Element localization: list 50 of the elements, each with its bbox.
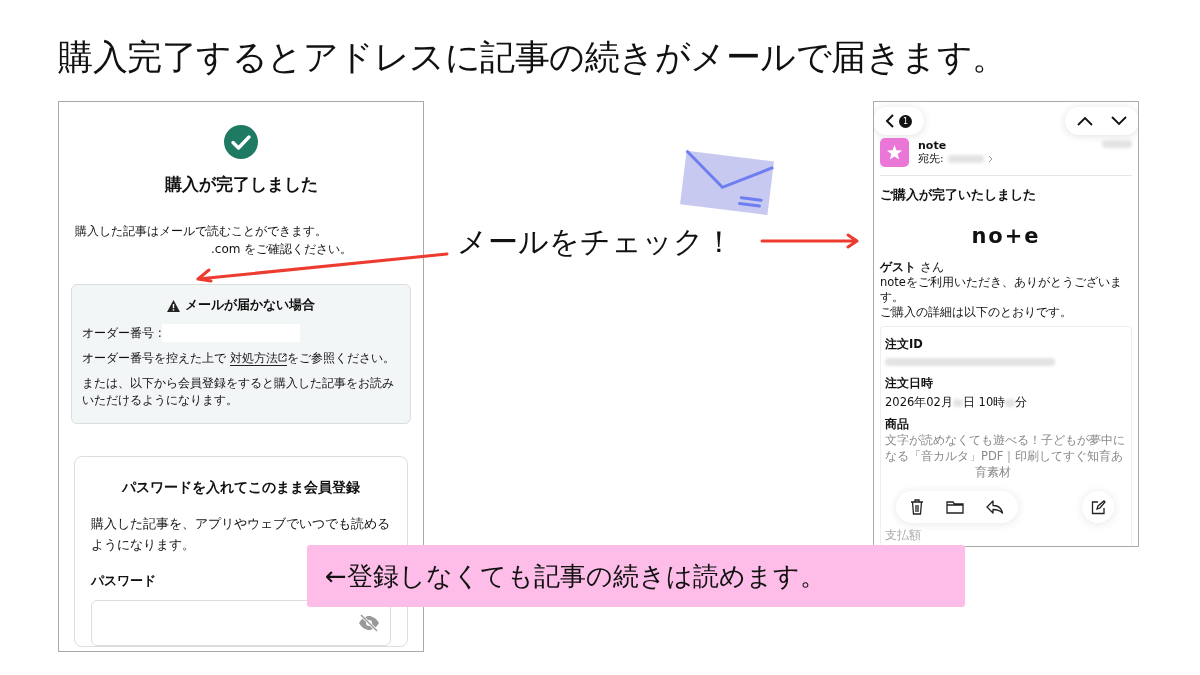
product-text: なる「音カルタ」PDF｜印刷してすぐ知育あ [885, 448, 1125, 464]
guide-link[interactable]: 対処方法 [229, 351, 287, 366]
blurred-text [947, 155, 984, 163]
body-text: ご購入の詳細は以下のとおりです。 [880, 305, 1073, 320]
note-banner: ←登録しなくても記事の続きは読めます。 [307, 545, 965, 607]
chevron-down-icon[interactable] [1111, 116, 1127, 126]
blurred-text [1102, 140, 1132, 148]
compose-button[interactable] [1082, 491, 1114, 523]
email-address-text: .com をご確認ください。 [210, 241, 354, 258]
password-label: パスワード [91, 573, 156, 590]
back-button[interactable]: 1 [874, 107, 924, 135]
order-date-label: 注文日時 [885, 376, 934, 391]
callout-text: メールをチェック！ [457, 223, 734, 261]
page-title: 購入が完了しました [164, 173, 318, 196]
warning-icon [167, 299, 180, 312]
product-text: 文字が読めなくても遊べる！子どもが夢中に [885, 432, 1126, 448]
payment-label: 支払額 [885, 528, 922, 543]
order-date-text: 分 [1015, 395, 1028, 410]
headline: 購入完了するとアドレスに記事の続きがメールで届きます。 [58, 36, 1007, 79]
blurred-text [952, 398, 963, 407]
sender-name: note [918, 139, 948, 152]
chevron-up-icon[interactable] [1077, 116, 1093, 126]
product-label: 商品 [885, 417, 910, 432]
order-date-text: 2026年02月 [885, 395, 953, 410]
compose-icon [1090, 499, 1106, 515]
recipient-label: 宛先: [918, 152, 944, 166]
notice-title: メールが届かない場合 [185, 297, 315, 314]
product-text: 育素材 [974, 464, 1012, 480]
trash-icon[interactable] [910, 499, 924, 515]
external-link-icon [277, 353, 287, 362]
reply-icon[interactable] [986, 500, 1004, 514]
order-id-label: 注文ID [885, 337, 924, 352]
blurred-text [1005, 398, 1016, 407]
body-text: noteをご利用いただき、ありがとうございます。 [880, 275, 1123, 305]
sender-avatar-icon [880, 138, 909, 167]
register-title: パスワードを入れてこのまま会員登録 [120, 479, 361, 497]
email-subject: ご購入が完了いたしました [880, 186, 1037, 204]
order-date-text: 日 10時 [962, 395, 1006, 410]
folder-icon[interactable] [946, 500, 964, 514]
greeting-text: ゲスト さん [880, 260, 945, 275]
message-text: 購入した記事はメールで読むことができます。 [75, 223, 328, 240]
logo-text: no+e [970, 224, 1042, 248]
chevron-left-icon [885, 114, 895, 128]
guide-text: オーダー番号を控えた上で 対処方法 をご参照ください。 [82, 350, 396, 367]
unread-badge: 1 [899, 114, 912, 128]
member-text: または、以下から会員登録をすると購入した記事をお読みいただけるようになります。 [82, 375, 395, 409]
check-circle-icon [224, 125, 258, 159]
chevron-right-icon [987, 155, 993, 163]
order-number-label: オーダー番号 : [82, 324, 162, 342]
eye-off-icon[interactable] [358, 614, 380, 632]
